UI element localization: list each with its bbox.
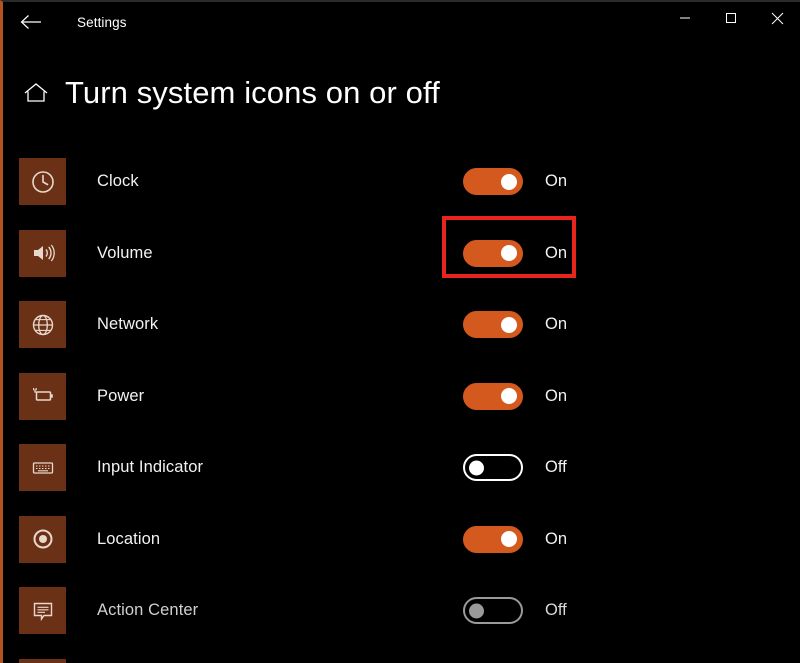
location-toggle-state: On [545, 530, 567, 549]
clock-tile [19, 158, 66, 205]
system-icons-list: Clock On Volume On [3, 146, 800, 663]
row-label-action-center: Action Center [97, 601, 198, 620]
toggle-knob [501, 531, 517, 547]
volume-speaker-icon [30, 240, 56, 266]
clock-toggle[interactable] [463, 168, 523, 195]
row-label-clock: Clock [97, 172, 139, 191]
row-label-location: Location [97, 530, 160, 549]
action-center-speech-bubble-icon [30, 598, 56, 624]
battery-power-icon [30, 383, 56, 409]
row-action-center[interactable]: Action Center Off [19, 575, 800, 647]
toggle-knob [469, 460, 484, 475]
toggle-area-action-center: Off [463, 597, 567, 624]
location-tile [19, 516, 66, 563]
clock-icon [30, 169, 56, 195]
toggle-area-network: On [463, 311, 567, 338]
toggle-area-location: On [463, 526, 567, 553]
partial-next-tile [19, 659, 66, 663]
row-power[interactable]: Power On [19, 361, 800, 433]
window-title: Settings [77, 15, 127, 30]
power-toggle[interactable] [463, 383, 523, 410]
row-volume[interactable]: Volume On [19, 218, 800, 290]
home-button[interactable] [21, 78, 51, 108]
minimize-icon [679, 12, 691, 24]
row-partial-next[interactable] [19, 647, 800, 663]
power-tile [19, 373, 66, 420]
settings-window: Settings [0, 0, 800, 663]
home-icon [23, 81, 49, 105]
row-network[interactable]: Network On [19, 289, 800, 361]
volume-tile [19, 230, 66, 277]
toggle-knob [501, 174, 517, 190]
row-label-volume: Volume [97, 244, 153, 263]
network-toggle[interactable] [463, 311, 523, 338]
input-indicator-toggle[interactable] [463, 454, 523, 481]
action-center-toggle-state: Off [545, 601, 567, 620]
toggle-knob [469, 603, 484, 618]
minimize-button[interactable] [662, 2, 708, 34]
toggle-area-power: On [463, 383, 567, 410]
close-icon [771, 12, 784, 25]
caption-button-group [662, 2, 800, 34]
close-button[interactable] [754, 2, 800, 34]
location-toggle[interactable] [463, 526, 523, 553]
action-center-tile [19, 587, 66, 634]
row-label-network: Network [97, 315, 158, 334]
toggle-area-clock: On [463, 168, 567, 195]
row-location[interactable]: Location On [19, 504, 800, 576]
toggle-knob [501, 317, 517, 333]
back-button[interactable] [9, 6, 53, 38]
page-title: Turn system icons on or off [65, 75, 440, 111]
row-label-power: Power [97, 387, 144, 406]
power-toggle-state: On [545, 387, 567, 406]
toggle-area-volume: On [463, 240, 567, 267]
volume-toggle-state: On [545, 244, 567, 263]
input-indicator-tile [19, 444, 66, 491]
toggle-knob [501, 245, 517, 261]
toggle-knob [501, 388, 517, 404]
clock-toggle-state: On [545, 172, 567, 191]
maximize-icon [725, 12, 737, 24]
volume-toggle[interactable] [463, 240, 523, 267]
network-toggle-state: On [545, 315, 567, 334]
row-clock[interactable]: Clock On [19, 146, 800, 218]
page-header: Turn system icons on or off [3, 70, 800, 116]
maximize-button[interactable] [708, 2, 754, 34]
back-arrow-icon [20, 14, 42, 30]
keyboard-icon [30, 455, 56, 481]
toggle-area-input-indicator: Off [463, 454, 567, 481]
action-center-toggle[interactable] [463, 597, 523, 624]
row-label-input-indicator: Input Indicator [97, 458, 203, 477]
title-bar: Settings [3, 2, 800, 42]
globe-network-icon [30, 312, 56, 338]
input-indicator-toggle-state: Off [545, 458, 567, 477]
location-target-icon [30, 526, 56, 552]
row-input-indicator[interactable]: Input Indicator Off [19, 432, 800, 504]
network-tile [19, 301, 66, 348]
